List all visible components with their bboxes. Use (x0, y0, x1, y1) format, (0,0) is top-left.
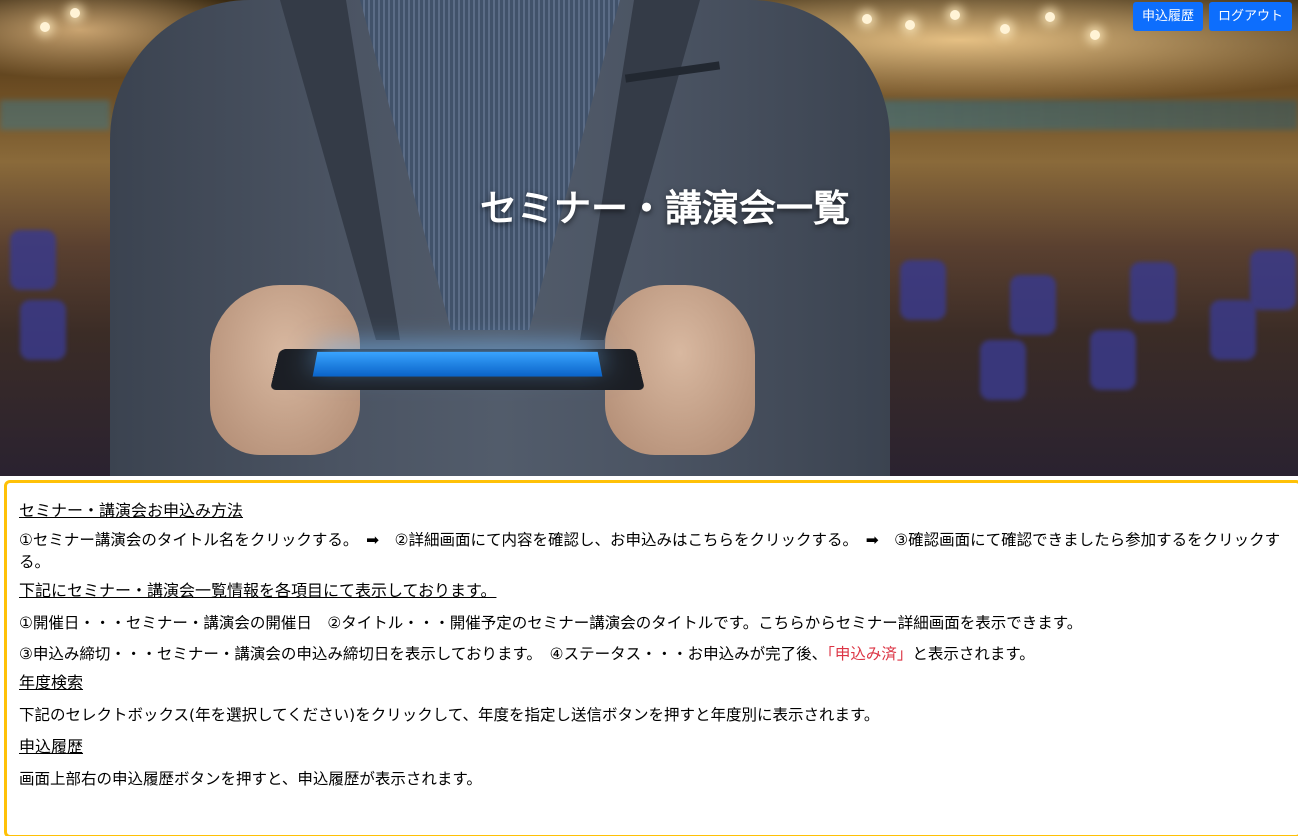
history-text: 画面上部右の申込履歴ボタンを押すと、申込履歴が表示されます。 (19, 770, 482, 788)
instructions-box: セミナー・講演会お申込み方法 ①セミナー講演会のタイトル名をクリックする。 ➡ … (4, 480, 1298, 836)
howto-steps: ①セミナー講演会のタイトル名をクリックする。 ➡ ②詳細画面にて内容を確認し、お… (19, 531, 1281, 571)
page-title: セミナー・講演会一覧 (480, 187, 850, 230)
application-history-button[interactable]: 申込履歴 (1132, 2, 1203, 31)
list-description-1: ①開催日・・・セミナー・講演会の開催日 ②タイトル・・・開催予定のセミナー講演会… (19, 614, 1083, 632)
list-description-2-suffix: と表示されます。 (912, 645, 1035, 663)
list-description-2: ③申込み締切・・・セミナー・講演会の申込み締切日を表示しております。 ④ステータ… (19, 643, 1295, 665)
hero-balcony-glass (820, 100, 1298, 130)
top-actions: 申込履歴 ログアウト (1132, 2, 1292, 31)
hero-banner: セミナー・講演会一覧 申込履歴 ログアウト (0, 0, 1298, 476)
status-applied-label: 「申込み済」 (827, 645, 913, 663)
list-heading: 下記にセミナー・講演会一覧情報を各項目にて表示しております。 (19, 581, 497, 600)
businessman-image (70, 0, 890, 476)
tablet-screen (312, 351, 603, 377)
howto-heading: セミナー・講演会お申込み方法 (19, 501, 244, 520)
history-heading: 申込履歴 (19, 737, 84, 756)
list-description-2-prefix: ③申込み締切・・・セミナー・講演会の申込み締切日を表示しております。 ④ステータ… (19, 645, 828, 663)
page: セミナー・講演会一覧 申込履歴 ログアウト セミナー・講演会お申込み方法 ①セミ… (0, 0, 1298, 836)
year-search-text: 下記のセレクトボックス(年を選択してください)をクリックして、年度を指定し送信ボ… (19, 706, 880, 724)
year-search-heading: 年度検索 (19, 673, 84, 692)
logout-button[interactable]: ログアウト (1208, 2, 1292, 31)
